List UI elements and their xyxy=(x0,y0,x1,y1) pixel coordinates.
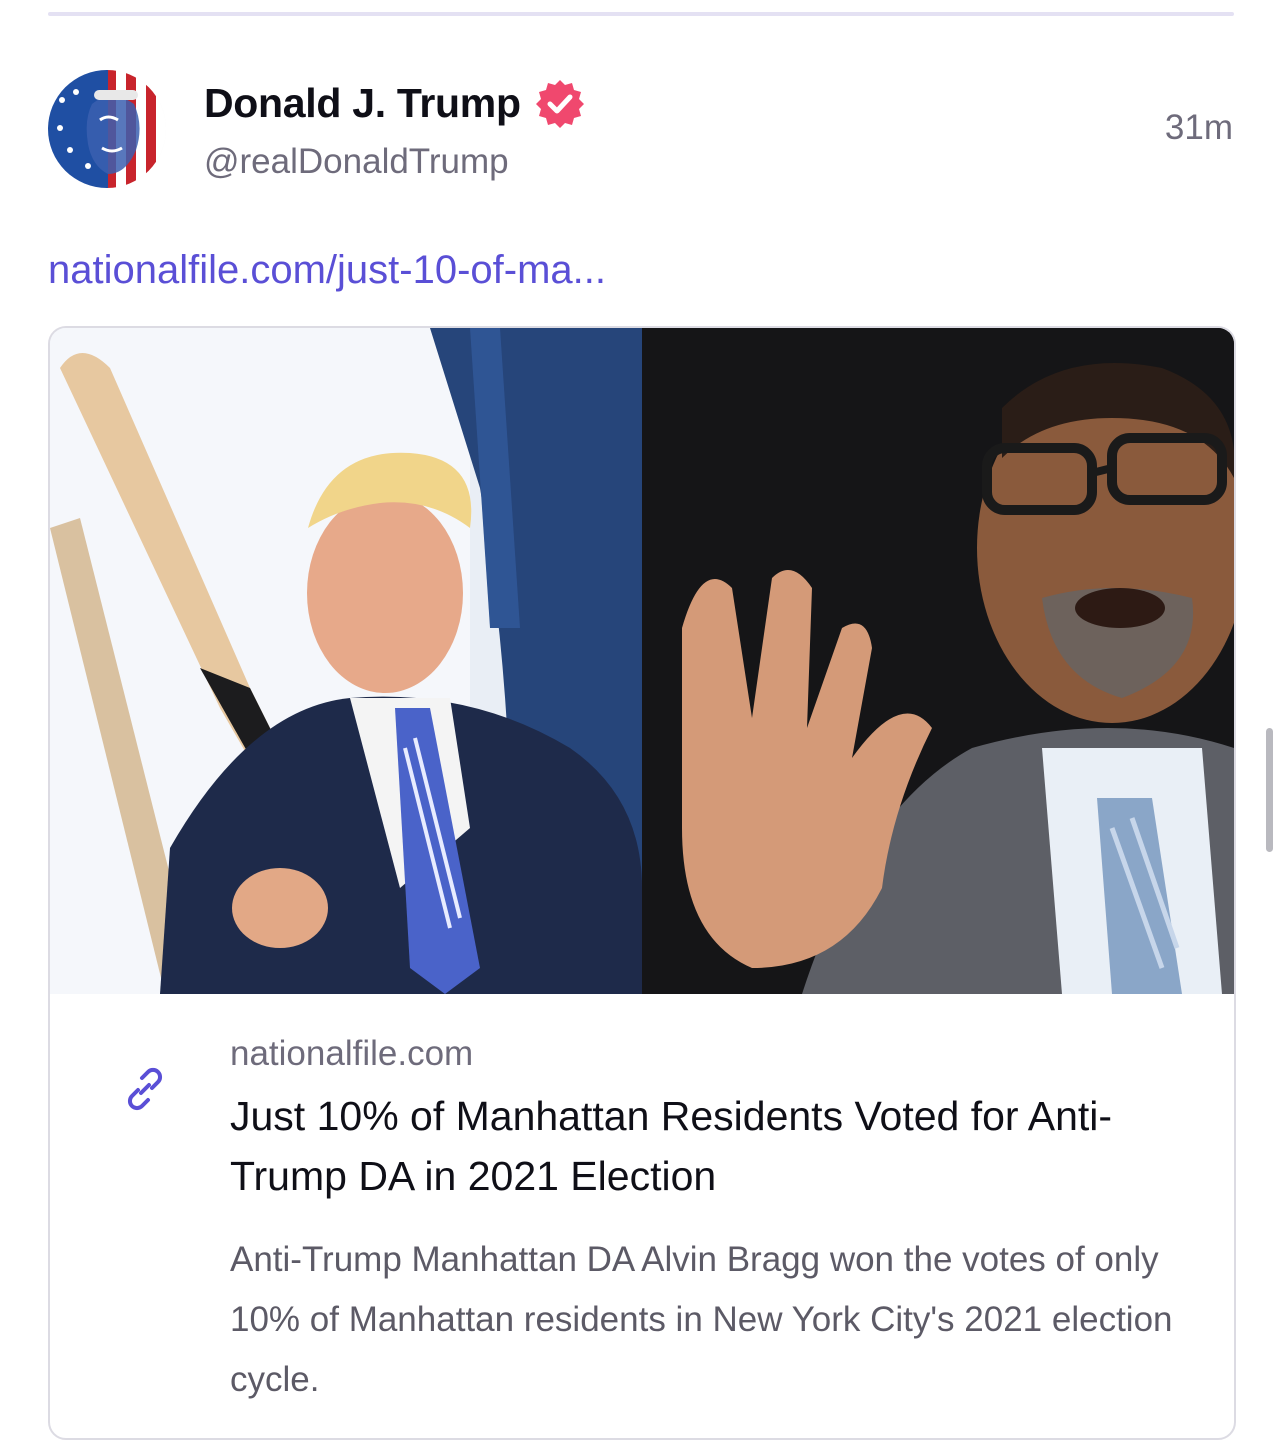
card-description: Anti-Trump Manhattan DA Alvin Bragg won … xyxy=(230,1240,1173,1399)
author-handle[interactable]: @realDonaldTrump xyxy=(204,142,509,182)
card-title[interactable]: Just 10% of Manhattan Residents Voted fo… xyxy=(230,1086,1190,1206)
post-timestamp[interactable]: 31m xyxy=(1165,108,1233,148)
avatar[interactable] xyxy=(48,70,166,188)
author-name-row[interactable]: Donald J. Trump xyxy=(204,78,585,128)
scrollbar[interactable] xyxy=(1266,728,1273,852)
card-image-left-photo xyxy=(50,328,642,994)
chain-link-icon xyxy=(120,1064,170,1114)
link-preview-card[interactable]: nationalfile.com Just 10% of Manhattan R… xyxy=(48,326,1236,1440)
verified-badge-icon xyxy=(535,78,585,128)
author-name[interactable]: Donald J. Trump xyxy=(204,80,521,127)
top-divider xyxy=(48,12,1234,16)
post-link[interactable]: nationalfile.com/just-10-of-ma... xyxy=(48,248,606,293)
card-domain: nationalfile.com xyxy=(230,1034,474,1073)
card-image[interactable] xyxy=(50,328,1234,994)
truth-social-post: Donald J. Trump @realDonaldTrump 31m nat… xyxy=(0,0,1283,1456)
card-image-right-photo xyxy=(642,328,1234,994)
